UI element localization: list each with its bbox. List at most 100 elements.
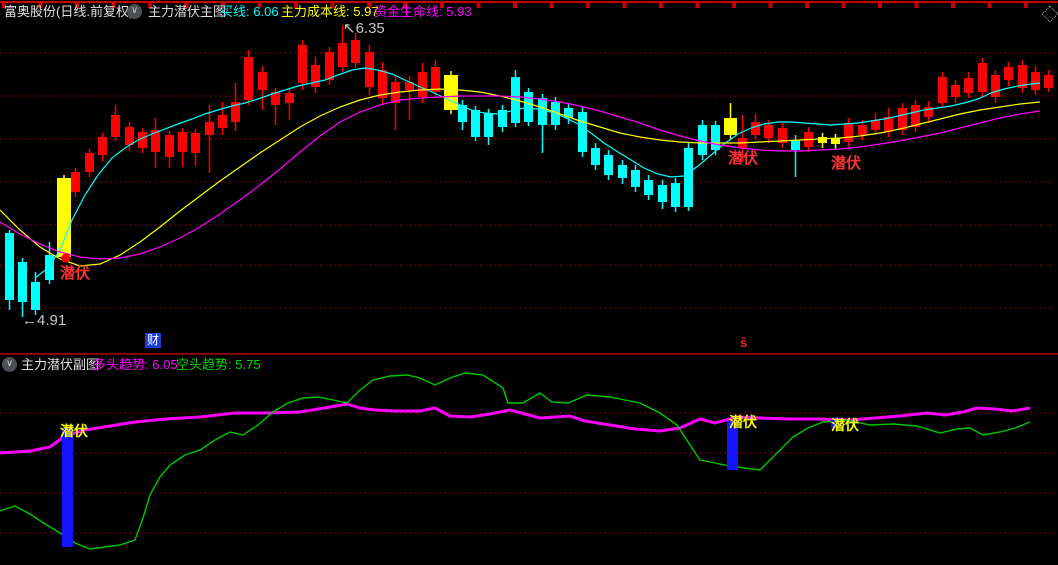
candle-body [191, 133, 200, 153]
low-price-label: ←4.91 [22, 312, 67, 329]
candle-body [57, 178, 71, 257]
time-axis-tick [878, 2, 882, 8]
sub-indicator-name[interactable]: 主力潜伏副图 [21, 357, 99, 373]
candle-body [818, 137, 827, 143]
candle-body [1004, 67, 1013, 80]
qianfu-signal-label-sub: 潜伏 [729, 414, 757, 430]
trend-line-空头趋势 [0, 372, 1031, 550]
candle-body [258, 72, 267, 90]
candle-body [618, 165, 627, 178]
main-indicator-name[interactable]: 主力潜伏主图 [148, 4, 226, 20]
candle-body [1031, 72, 1040, 90]
candle-body [751, 122, 760, 135]
candle-body [418, 72, 427, 97]
candle-body [285, 93, 294, 103]
candle-body [538, 98, 547, 125]
candle-body [471, 110, 480, 137]
candle-body [1044, 75, 1053, 88]
qianfu-signal-label-main: 潜伏 [728, 150, 759, 167]
time-axis-tick [476, 2, 481, 8]
time-axis-tick [586, 2, 590, 8]
candle-body [951, 85, 960, 97]
fund-life-line-value: 资金生命线: 5.93 [374, 4, 472, 19]
qianfu-signal-label-sub: 潜伏 [831, 417, 859, 433]
qianfu-signal-label-main: 潜伏 [831, 155, 862, 172]
candle-body [5, 233, 14, 300]
candle-body [178, 132, 187, 152]
candle-body [98, 137, 107, 155]
candle-body [978, 63, 987, 92]
candle-body [898, 108, 907, 130]
time-axis-tick [659, 2, 663, 8]
trend-line-多头趋势 [0, 402, 1031, 455]
candle-body [45, 255, 54, 280]
sub-chart-canvas[interactable] [0, 355, 1058, 565]
candle-body [671, 183, 680, 207]
bear-trend-value: 空头趋势: 5.75 [176, 357, 261, 372]
candle-body [724, 118, 737, 135]
candle-body [871, 120, 880, 130]
candle-body [644, 180, 653, 195]
bull-trend-value: 多头趋势: 6.05 [93, 357, 178, 372]
candle-body [31, 282, 40, 310]
time-axis-tick [805, 2, 809, 8]
time-axis-tick [951, 2, 955, 8]
time-axis-tick [732, 2, 736, 8]
candle-body [631, 170, 640, 187]
candle-body [165, 135, 174, 157]
stock-chart-window: 富奥股份(日线.前复权) ∨ 主力潜伏主图 买线: 6.06 主力成本线: 5.… [0, 0, 1058, 565]
candle-body [338, 43, 347, 67]
candle-body [591, 148, 600, 165]
up-left-arrow-icon: ↖ [343, 20, 356, 37]
earnings-report-badge[interactable]: 财 [145, 333, 162, 348]
ma-line-买线 [34, 67, 1041, 279]
candle-body [205, 122, 214, 135]
candle-body [938, 77, 947, 103]
candle-body [298, 45, 307, 83]
time-axis-tick [987, 2, 992, 8]
candle-body [444, 75, 458, 110]
candle-body [764, 125, 773, 138]
candle-body [698, 125, 707, 155]
main-cost-line-value: 主力成本线: 5.97 [281, 4, 379, 19]
time-axis-tick [513, 2, 517, 8]
candle-body [431, 67, 440, 92]
left-arrow-icon: ← [22, 312, 37, 329]
candle-body [658, 185, 667, 202]
qianfu-signal-label-sub: 潜伏 [60, 423, 88, 439]
candle-body [125, 127, 134, 145]
candle-body [524, 92, 533, 122]
candle-body [578, 112, 587, 152]
candle-body [991, 75, 1000, 97]
candle-body [911, 105, 920, 127]
buy-line-value: 买线: 6.06 [220, 4, 279, 19]
time-axis-tick [841, 2, 846, 8]
time-axis-tick [914, 2, 919, 8]
candle-body [111, 115, 120, 137]
candle-body [791, 140, 800, 150]
stock-title: 富奥股份(日线.前复权) [4, 4, 134, 19]
collapse-chevron-icon[interactable]: ∨ [127, 4, 142, 19]
candle-body [71, 172, 80, 192]
candle-body [844, 123, 853, 142]
split-event-marker[interactable]: ŝ [740, 335, 747, 350]
candle-body [684, 148, 693, 207]
time-axis-tick [622, 2, 627, 8]
candle-body [484, 113, 493, 137]
qianfu-signal-label-main: 潜伏 [60, 265, 91, 282]
peak-price-label: ↖6.35 [343, 20, 385, 37]
candle-body [218, 115, 227, 128]
candle-body [964, 78, 973, 93]
time-axis-tick [768, 2, 773, 8]
candle-body [351, 40, 360, 63]
time-axis-tick [1024, 2, 1028, 8]
time-axis-tick [695, 2, 700, 8]
candle-body [311, 65, 320, 87]
candle-body [244, 57, 253, 100]
time-axis-tick [549, 2, 554, 8]
sub-collapse-chevron-icon[interactable]: ∨ [2, 357, 17, 372]
candle-body [325, 52, 334, 80]
candle-body [604, 155, 613, 175]
candle-body [85, 153, 94, 172]
main-chart-canvas[interactable] [0, 0, 1058, 355]
